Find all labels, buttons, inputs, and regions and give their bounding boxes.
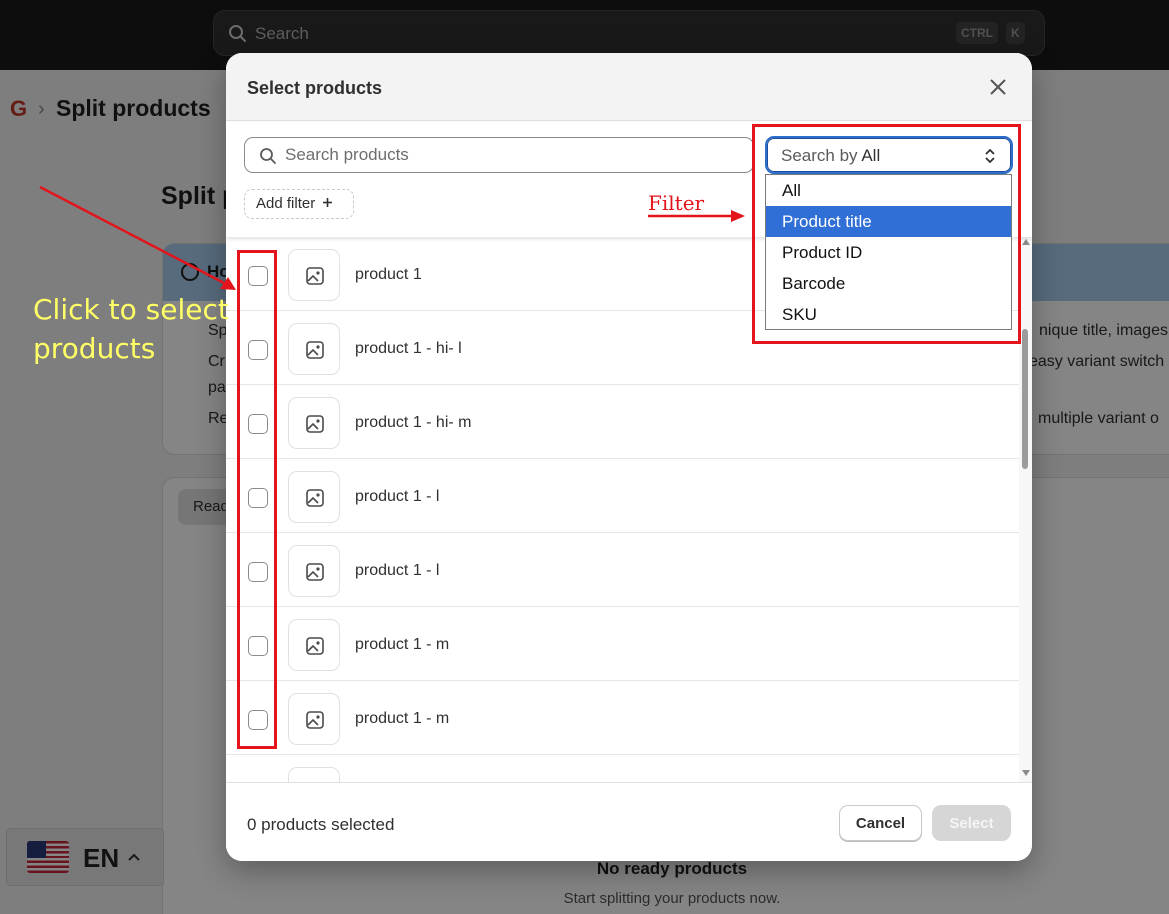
arrow-to-checkboxes	[39, 185, 227, 286]
annotation-click-to-select: Click to select products	[33, 293, 229, 365]
arrow-head-filter	[731, 210, 745, 222]
annotation-filter: Filter	[648, 191, 705, 215]
annotation-arrows	[39, 185, 745, 290]
